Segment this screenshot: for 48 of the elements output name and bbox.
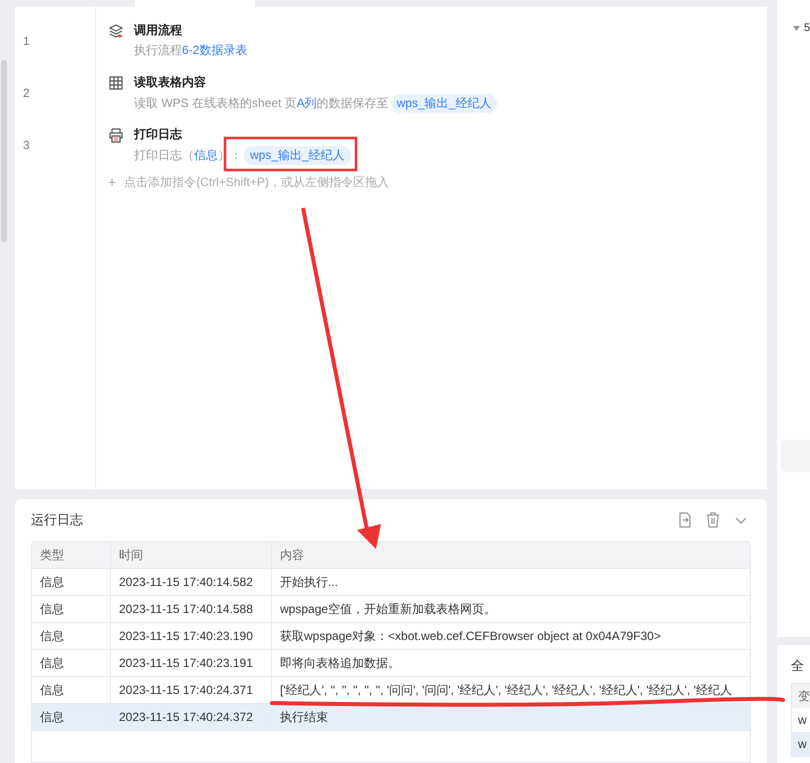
export-icon[interactable] (677, 512, 693, 528)
layers-icon (108, 22, 124, 39)
table-cell-text: 获取wpspage对象：<xbot.web.cef.CEFBrowser object at 0x04A79F30> (279, 628, 662, 644)
table-cell-text: 执行结束 (279, 710, 329, 724)
scrollbar-thumb[interactable] (1, 60, 7, 242)
table-cell: 2023-11-15 17:40:23.191 (111, 650, 272, 676)
step-description: 执行流程6-2数据录表 (134, 42, 248, 59)
table-cell: 2023-11-15 17:40:14.588 (111, 596, 272, 622)
table-cell: 信息 (32, 677, 111, 703)
table-cell: 2023-11-15 17:40:14.582 (111, 569, 272, 595)
table-cell: 信息 (32, 650, 111, 676)
log-row[interactable]: 信息 2023-11-15 17:40:23.191 即将向表格追加数据。 (32, 650, 750, 677)
step-description: 打印日志（信息）： (134, 146, 242, 164)
table-cell-text: ['经纪人', '', '', '', '', '', '问问', '问问', '经纪人', '经纪人', '经纪人', '经纪人', '经纪人', '经纪人 (279, 682, 733, 698)
table-cell: 2023-11-15 17:40:24.372 (111, 704, 272, 730)
step-description: 读取 WPS 在线表格的sheet 页A列的数据保存至 (134, 94, 389, 112)
log-row[interactable]: 信息 2023-11-15 17:40:14.588 wpspage空值，开始重新加载表格网页。 (32, 596, 750, 623)
column-header: 时间 (111, 542, 272, 568)
log-title: 运行日志 (31, 511, 83, 529)
step-title[interactable]: 调用流程 (134, 22, 248, 39)
log-row[interactable]: 信息 2023-11-15 17:40:14.582 开始执行... (32, 569, 750, 596)
table-cell-text: 开始执行... (279, 574, 340, 590)
table-cell: 信息 (32, 623, 111, 649)
column-header: 类型 (32, 542, 111, 568)
table-cell: 2023-11-15 17:40:24.371 (111, 677, 272, 703)
table-cell-text: 即将向表格追加数据。 (279, 656, 401, 670)
line-number: 2 (22, 86, 31, 102)
table-cell: 信息 (32, 704, 111, 730)
table-cell: 信息 (32, 596, 111, 622)
grid-icon (108, 74, 124, 91)
panel-title: 全 (791, 657, 805, 675)
column-header: 内容 (279, 548, 305, 562)
line-number: 3 (22, 138, 31, 154)
table-cell[interactable]: w (792, 732, 810, 756)
printer-icon (108, 126, 124, 143)
step-title[interactable]: 读取表格内容 (134, 74, 498, 91)
log-row[interactable]: 信息 2023-11-15 17:40:24.372 执行结束 (32, 704, 750, 731)
table-cell: 信息 (32, 569, 111, 595)
table-cell: 2023-11-15 17:40:23.190 (111, 623, 272, 649)
trash-icon[interactable] (705, 512, 721, 528)
log-row[interactable]: 信息 2023-11-15 17:40:23.190 获取wpspage对象：<xbot.web.cef.CEFBrowser object at 0x04A79F30> (32, 623, 750, 650)
table-cell[interactable]: w (792, 708, 810, 732)
expand-triangle-icon[interactable] (793, 26, 800, 30)
tree-label[interactable]: 5 (804, 22, 810, 34)
column-header: 变 (792, 684, 810, 708)
table-cell-text: wpspage空值，开始重新加载表格网页。 (279, 602, 498, 616)
line-number: 1 (22, 34, 31, 50)
step-title[interactable]: 打印日志 (134, 126, 351, 143)
